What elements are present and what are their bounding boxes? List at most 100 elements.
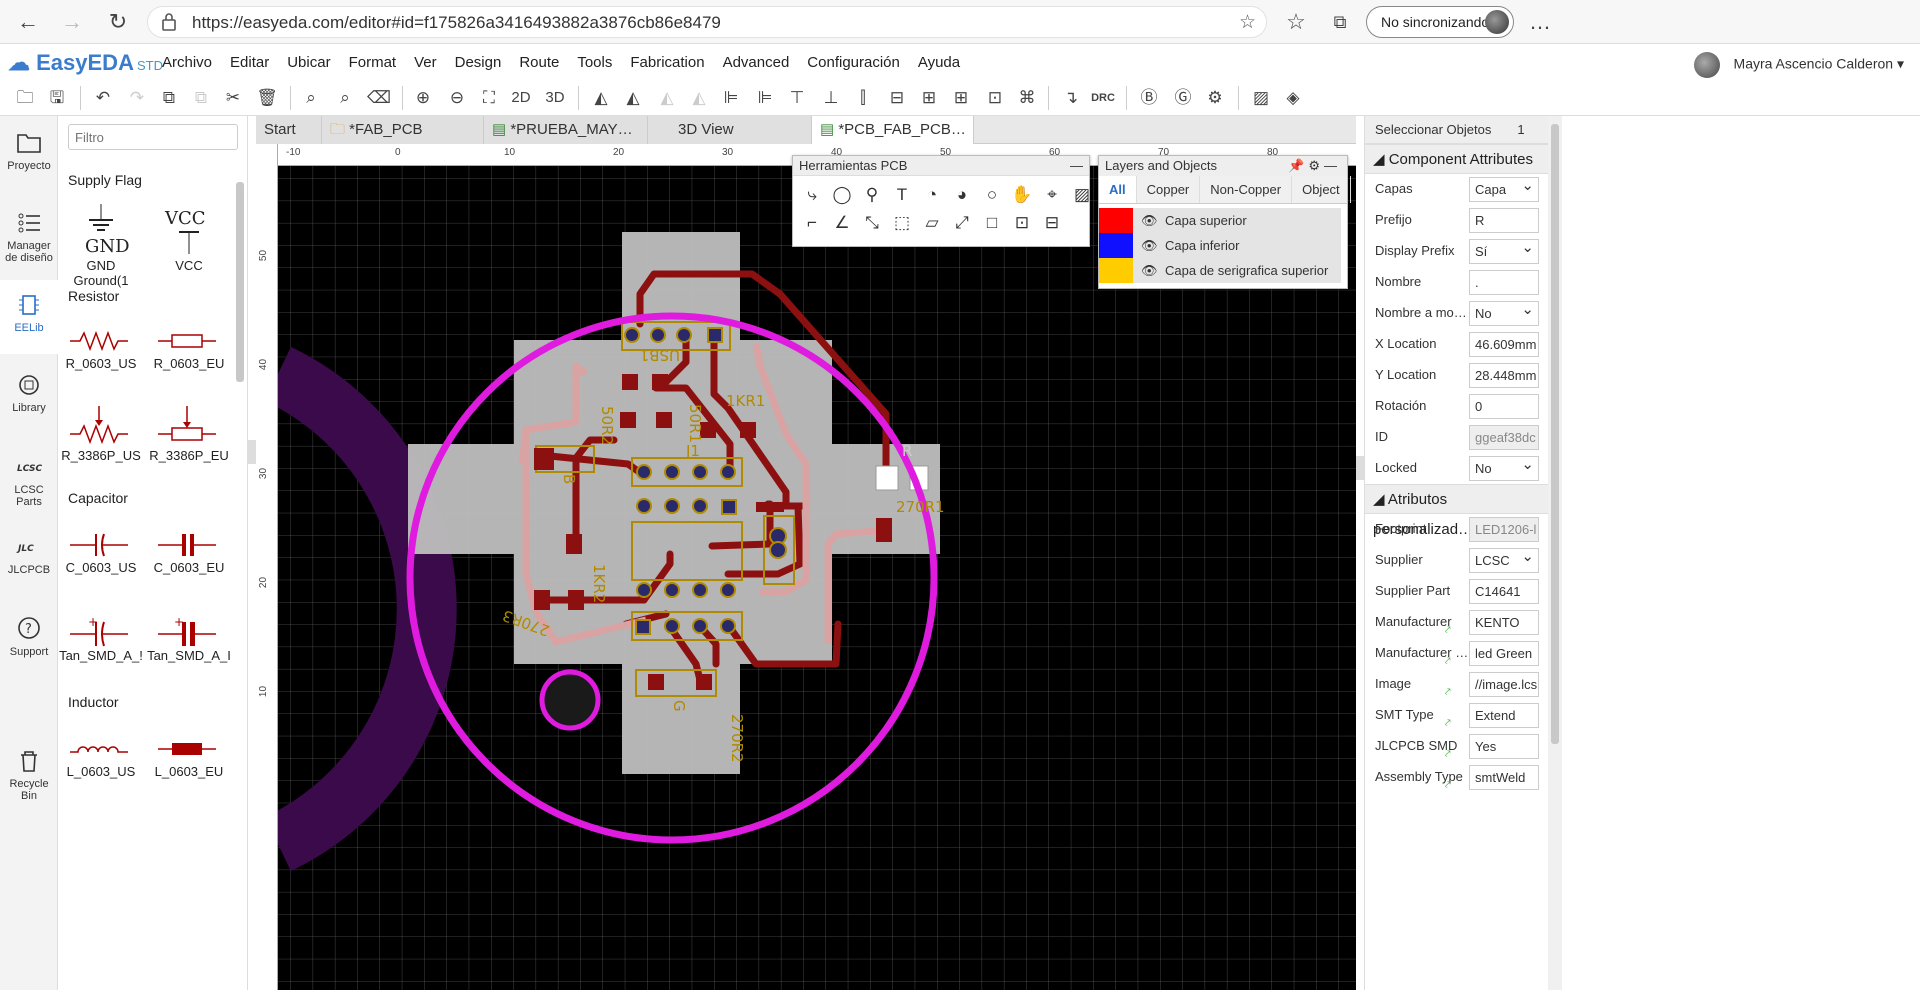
paste-icon[interactable]: ⧉ [188,85,214,111]
menu-editar[interactable]: Editar [230,54,269,71]
property-input[interactable]: Extend [1469,703,1539,728]
favorites-icon[interactable]: ☆ [1282,8,1310,36]
table-icon[interactable]: ⊟ [1039,210,1065,236]
property-input[interactable]: C14641 [1469,579,1539,604]
tab-start[interactable]: Start [256,116,322,144]
layers-tab-non-copper[interactable]: Non-Copper [1200,176,1293,203]
solid-region-icon[interactable]: ▱ [919,210,945,236]
menu-route[interactable]: Route [519,54,559,71]
reload-icon[interactable]: ↻ [104,8,132,36]
redo-icon[interactable]: ↷ [124,85,150,111]
section-custom-attributes[interactable]: ◢ Atributos personalizad… [1365,484,1550,538]
sync-button[interactable]: No sincronizando [1366,6,1514,38]
zoom-out-icon[interactable]: ⊖ [444,85,470,111]
menu-configuracion[interactable]: Configuración [807,54,900,71]
pan-icon[interactable]: ✋ [1009,182,1035,208]
measure-icon[interactable]: ⤢ [949,210,975,236]
nav-manager[interactable]: Manager de diseño [0,210,58,264]
menu-archivo[interactable]: Archivo [162,54,212,71]
nav-proyecto[interactable]: Proyecto [0,130,58,172]
property-input[interactable]: . [1469,270,1539,295]
menu-advanced[interactable]: Advanced [723,54,790,71]
cut-icon[interactable]: ✂ [220,85,246,111]
arc2-icon[interactable]: ◕ [949,182,975,208]
fit-view-icon[interactable]: ⛶ [476,85,502,111]
connect-icon[interactable]: ⌐ [799,210,825,236]
expand-icon[interactable]: ⤤ [1445,780,1451,791]
property-input[interactable]: Yes [1469,734,1539,759]
arc-icon[interactable]: ◔ [919,182,945,208]
search-icon[interactable]: ⌕ [298,85,324,111]
drc-button[interactable]: DRC [1090,85,1116,111]
layers-tab-object[interactable]: Object [1292,176,1351,203]
menu-format[interactable]: Format [349,54,397,71]
layers-icon[interactable]: ◈ [1280,85,1306,111]
component-r-0603-us[interactable]: R_0603_US [58,326,144,371]
component-r-3386p-eu[interactable]: R_3386P_EU [146,404,232,463]
align-center-h-icon[interactable]: ⫿ [850,85,876,111]
copper-area-icon[interactable]: ⌖ [1039,182,1065,208]
view-2d-button[interactable]: 2D [508,85,534,111]
layer-row-bottom[interactable]: 👁 Capa inferior [1099,233,1341,258]
panel-controls-icon[interactable]: 📌⚙— [1288,156,1341,176]
menu-ver[interactable]: Ver [414,54,437,71]
expand-icon[interactable]: ⤤ [1445,718,1451,729]
property-input[interactable]: //image.lcs [1469,672,1539,697]
circle-icon[interactable]: ○ [979,182,1005,208]
delete-icon[interactable]: 🗑 [254,85,280,111]
layer-color-swatch[interactable] [1099,233,1133,258]
back-icon[interactable]: ← [14,8,42,36]
image-icon[interactable]: ▨ [1069,182,1095,208]
rotate2-icon[interactable]: ◭ [686,85,712,111]
align-top-icon[interactable]: ⊤ [784,85,810,111]
user-menu[interactable]: Mayra Ascencio Calderon ▾ [1693,52,1904,78]
flip-v-icon[interactable]: ◭ [620,85,646,111]
layers-tab-all[interactable]: All [1099,176,1137,203]
library-scrollbar[interactable] [236,182,244,382]
distribute-icon[interactable]: ⊞ [916,85,942,111]
collapse-right-panel[interactable] [1356,456,1364,480]
dimension-icon[interactable]: ⤡ [859,210,885,236]
tab-pcb-fab-pcb[interactable]: ▤ *PCB_FAB_PCB… [812,116,974,144]
expand-icon[interactable]: ⤤ [1445,749,1451,760]
rotate-icon[interactable]: ◭ [654,85,680,111]
group-icon[interactable]: ⊡ [1009,210,1035,236]
property-select[interactable]: Sí [1469,239,1539,264]
distribute-v-icon[interactable]: ⊞ [948,85,974,111]
property-input[interactable]: KENTO [1469,610,1539,635]
address-bar[interactable]: https://easyeda.com/editor#id=f175826a34… [147,6,1267,38]
component-c-0603-us[interactable]: C_0603_US [58,530,144,575]
copy-icon[interactable]: ⧉ [156,85,182,111]
component-tan-smd-a-us[interactable]: + Tan_SMD_A_! [58,614,144,663]
property-input[interactable]: 28.448mm [1469,363,1539,388]
property-input[interactable]: smtWeld [1469,765,1539,790]
component-tan-smd-a-eu[interactable]: + Tan_SMD_A_I [146,614,232,663]
component-l-0603-us[interactable]: L_0603_US [58,734,144,779]
property-select[interactable]: No [1469,301,1539,326]
more-icon[interactable]: … [1526,8,1554,36]
category-capacitor[interactable]: Capacitor [68,490,128,506]
fabrication-icon[interactable]: ⚙ [1202,85,1228,111]
component-c-0603-eu[interactable]: C_0603_EU [146,530,232,575]
track-icon[interactable]: ⤷ [799,182,825,208]
image-icon[interactable]: ▨ [1248,85,1274,111]
expand-icon[interactable]: ⤤ [1445,687,1451,698]
category-inductor[interactable]: Inductor [68,694,119,710]
menu-ayuda[interactable]: Ayuda [918,54,960,71]
menu-fabrication[interactable]: Fabrication [630,54,704,71]
nav-eelib[interactable]: EELib [0,280,58,354]
property-input[interactable]: R [1469,208,1539,233]
component-r-3386p-us[interactable]: R_3386P_US [58,404,144,463]
property-select[interactable]: No [1469,456,1539,481]
expand-icon[interactable]: ⤤ [1445,656,1451,667]
bom-icon[interactable]: Ⓑ [1136,85,1162,111]
component-vcc[interactable]: VCC VCC [146,202,232,273]
nav-jlcpcb[interactable]: JLC JLCPCB [0,534,58,576]
menu-tools[interactable]: Tools [577,54,612,71]
nav-recycle-bin[interactable]: Recycle Bin [6,748,52,802]
align-left-icon[interactable]: ⊫ [718,85,744,111]
section-component-attributes[interactable]: ◢ Component Attributes [1365,144,1550,174]
align-right-icon[interactable]: ⊫ [752,85,778,111]
favorite-star-icon[interactable]: ☆ [1239,11,1256,34]
eye-icon[interactable]: 👁 [1141,208,1158,233]
